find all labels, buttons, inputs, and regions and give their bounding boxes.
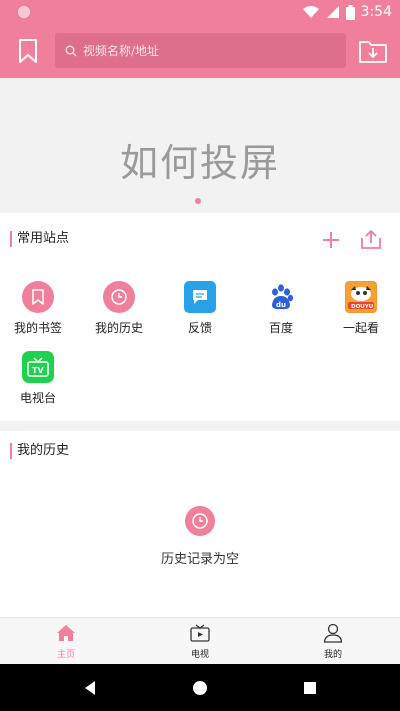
notification-dot-icon	[18, 6, 30, 18]
status-bar: 3:54	[0, 0, 400, 24]
site-item-tv-station[interactable]: TV 电视台	[0, 351, 76, 406]
back-button[interactable]	[80, 678, 100, 698]
chat-icon	[184, 281, 216, 313]
history-empty-text: 历史记录为空	[160, 552, 239, 567]
nav-label: 电视	[190, 650, 209, 660]
plus-icon	[323, 232, 339, 248]
bottom-nav: 主页 电视 我的	[0, 617, 400, 664]
site-item-bookmarks[interactable]: 我的书签	[0, 281, 76, 336]
home-button[interactable]	[190, 678, 210, 698]
site-item-baidu[interactable]: du 百度	[243, 281, 319, 336]
nav-label: 主页	[56, 650, 75, 660]
banner[interactable]: 如何投屏	[0, 78, 400, 212]
baidu-paw-icon: du	[265, 281, 297, 313]
app-bar: 视频名称/地址	[0, 24, 400, 78]
site-item-feedback[interactable]: 反馈	[162, 281, 238, 336]
search-input[interactable]: 视频名称/地址	[55, 33, 346, 68]
banner-page-indicator	[195, 198, 201, 204]
home-icon	[26, 622, 106, 644]
download-button[interactable]	[358, 36, 388, 66]
tv-icon: TV	[22, 351, 54, 383]
nav-home[interactable]: 主页	[26, 622, 106, 660]
back-triangle-icon	[85, 681, 95, 695]
site-item-watch-together[interactable]: DOUYU 一起看	[323, 281, 399, 336]
search-placeholder: 视频名称/地址	[83, 44, 160, 58]
status-time: 3:54	[360, 4, 392, 20]
banner-title: 如何投屏	[119, 141, 280, 185]
tv-play-icon	[160, 622, 240, 644]
bookmark-icon	[19, 39, 37, 63]
douyu-logo-icon: DOUYU	[345, 281, 377, 313]
nav-label: 我的	[323, 650, 342, 660]
site-label: 一起看	[342, 321, 379, 335]
recents-square-icon	[304, 682, 316, 694]
nav-tv[interactable]: 电视	[160, 622, 240, 660]
download-folder-icon	[359, 41, 387, 63]
site-label: 电视台	[19, 391, 56, 405]
svg-text:DOUYU: DOUYU	[351, 304, 373, 310]
nav-me[interactable]: 我的	[293, 622, 373, 660]
recents-button[interactable]	[300, 678, 320, 698]
share-icon	[361, 229, 381, 249]
history-title: 我的历史	[10, 443, 69, 459]
my-history-section: 我的历史 历史记录为空	[0, 431, 400, 617]
svg-text:TV: TV	[32, 366, 44, 375]
status-icons: 3:54	[302, 3, 392, 21]
clock-icon	[185, 506, 215, 536]
share-button[interactable]	[358, 227, 384, 251]
site-label: 我的书签	[13, 321, 62, 335]
bookmark-icon	[22, 281, 54, 313]
common-sites-section: 常用站点 我的书签 我的历史 反馈 du 百度 DOUYU 一起看 TV 电视台	[0, 213, 400, 421]
battery-icon	[345, 4, 355, 20]
person-icon	[293, 622, 373, 644]
site-item-history[interactable]: 我的历史	[81, 281, 157, 336]
system-nav-bar	[0, 664, 400, 711]
svg-text:du: du	[276, 301, 286, 309]
bookmark-button[interactable]	[14, 36, 42, 66]
site-label: 我的历史	[94, 321, 143, 335]
home-circle-icon	[193, 681, 207, 695]
search-icon	[65, 45, 77, 57]
clock-icon	[103, 281, 135, 313]
signal-icon	[326, 6, 339, 18]
sites-title: 常用站点	[10, 231, 69, 247]
site-label: 反馈	[187, 321, 212, 335]
site-label: 百度	[268, 321, 293, 335]
wifi-icon	[302, 6, 319, 19]
add-site-button[interactable]	[320, 229, 342, 251]
